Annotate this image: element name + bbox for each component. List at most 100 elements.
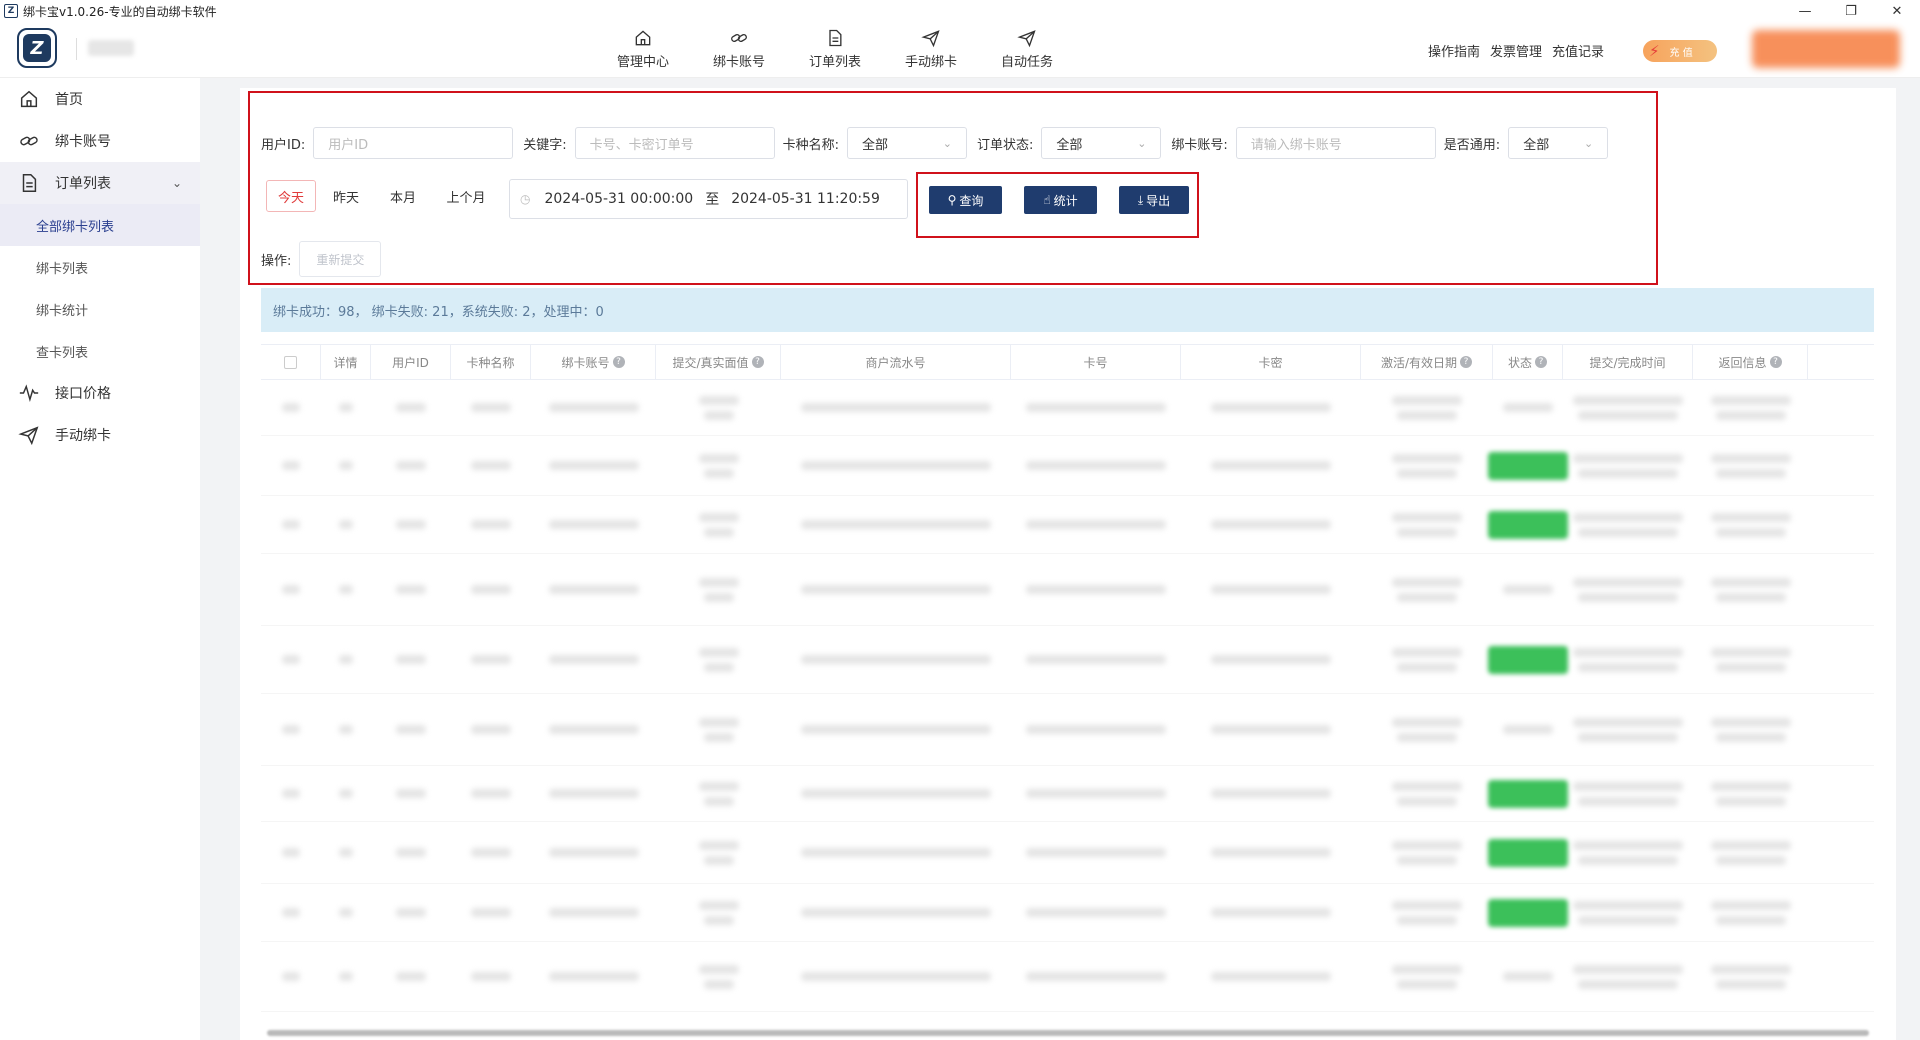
help-icon[interactable]: ?: [751, 356, 764, 368]
blurred-value: [703, 527, 734, 537]
column-header: 用户ID: [371, 345, 451, 379]
blurred-value: [471, 403, 511, 412]
sidebar-item-order-list[interactable]: 订单列表 ⌄: [0, 162, 200, 204]
blurred-value: [1578, 410, 1678, 420]
blurred-value: [1715, 796, 1786, 806]
blurred-value: [1026, 461, 1166, 470]
card-type-select[interactable]: 全部 ⌄: [847, 127, 968, 159]
table-cell: [1361, 436, 1493, 495]
table-row[interactable]: [261, 380, 1874, 436]
table-cell: [1488, 822, 1568, 883]
blurred-account-button[interactable]: [1752, 30, 1900, 68]
query-button[interactable]: ⚲ 查询: [929, 186, 1002, 214]
nav-item-order-list[interactable]: 订单列表: [787, 26, 883, 70]
blurred-value: [1715, 592, 1786, 602]
table-cell: [371, 884, 451, 941]
sidebar-item-manual-bind[interactable]: 手动绑卡: [0, 414, 200, 456]
help-icon[interactable]: ?: [612, 356, 625, 368]
blurred-value: [1573, 395, 1683, 405]
sidebar-subitem-check-card-list[interactable]: 查卡列表: [0, 330, 200, 372]
table-cell: [781, 942, 1011, 1011]
app-logo[interactable]: Z: [17, 28, 57, 68]
summary-text: 绑卡成功：98， 绑卡失败: 21，系统失败: 2，处理中：0: [273, 304, 604, 320]
table-cell: [531, 694, 656, 765]
is-universal-select[interactable]: 全部 ⌄: [1508, 127, 1609, 159]
column-header: 激活/有效日期?: [1361, 345, 1493, 379]
horizontal-scrollbar[interactable]: [267, 1030, 1869, 1036]
sidebar-subitem-bind-list[interactable]: 绑卡列表: [0, 246, 200, 288]
table-row[interactable]: [261, 436, 1874, 496]
table-cell: [781, 694, 1011, 765]
resubmit-button[interactable]: 重新提交: [299, 241, 382, 277]
column-header-label: 状态: [1507, 355, 1532, 370]
nav-item-auto-task[interactable]: 自动任务: [979, 26, 1075, 70]
stats-button[interactable]: ☝ 统计: [1024, 186, 1097, 214]
blurred-value: [1710, 717, 1791, 727]
user-id-input[interactable]: 用户ID: [313, 127, 514, 159]
keyword-input[interactable]: 卡号、卡密订单号: [574, 127, 775, 159]
summary-bar: 绑卡成功：98， 绑卡失败: 21，系统失败: 2，处理中：0: [261, 288, 1874, 332]
nav-item-bind-account[interactable]: 绑卡账号: [691, 26, 787, 70]
nav-item-dashboard[interactable]: 管理中心: [595, 26, 691, 70]
table-row[interactable]: [261, 694, 1874, 766]
table-cell: [1181, 554, 1361, 625]
recharge-record-link[interactable]: 充值记录: [1552, 41, 1604, 60]
invoice-link[interactable]: 发票管理: [1490, 41, 1542, 60]
blurred-value: [1392, 717, 1462, 727]
table-cell: [451, 496, 531, 553]
blurred-value: [1211, 908, 1331, 917]
date-yesterday-button[interactable]: 昨天: [316, 180, 376, 212]
sidebar-subitem-all-bind-list[interactable]: 全部绑卡列表: [0, 204, 200, 246]
table-cell: [531, 496, 656, 553]
date-today-button[interactable]: 今天: [266, 180, 316, 212]
nav-item-manual-bind[interactable]: 手动绑卡: [883, 26, 979, 70]
blurred-value: [548, 461, 639, 470]
table-cell: [451, 380, 531, 435]
sidebar-subitem-bind-stats[interactable]: 绑卡统计: [0, 288, 200, 330]
date-this-month-button[interactable]: 本月: [376, 180, 430, 212]
sidebar-item-api-price[interactable]: 接口价格: [0, 372, 200, 414]
recharge-button[interactable]: ⚡ 充 值: [1643, 40, 1717, 62]
table-row[interactable]: [261, 766, 1874, 822]
table-cell: [1181, 942, 1361, 1011]
sidebar-item-label: 绑卡账号: [55, 134, 111, 150]
blurred-value: [548, 789, 639, 798]
bind-account-input[interactable]: 请输入绑卡账号: [1235, 127, 1436, 159]
blurred-value: [1392, 900, 1462, 910]
table-row[interactable]: [261, 822, 1874, 884]
table-row[interactable]: [261, 554, 1874, 626]
export-button[interactable]: ⤓ 导出: [1119, 186, 1189, 214]
sidebar-item-bind-account[interactable]: 绑卡账号: [0, 120, 200, 162]
table-cell: [1693, 694, 1808, 765]
minimize-button[interactable]: —: [1782, 0, 1828, 22]
guide-link[interactable]: 操作指南: [1428, 41, 1480, 60]
help-icon[interactable]: ?: [1769, 356, 1782, 368]
date-last-month-button[interactable]: 上个月: [430, 180, 502, 212]
table-row[interactable]: [261, 942, 1874, 1012]
table-cell: [261, 766, 321, 821]
table-cell: [1011, 496, 1181, 553]
sidebar-item-home[interactable]: 首页: [0, 78, 200, 120]
blurred-value: [396, 725, 426, 734]
table-cell: [1181, 694, 1361, 765]
blurred-value: [1578, 732, 1678, 742]
blurred-value: [471, 789, 511, 798]
select-all-checkbox[interactable]: [284, 355, 297, 369]
blurred-value: [1578, 979, 1678, 989]
close-button[interactable]: ✕: [1874, 0, 1920, 22]
date-range-input[interactable]: ◷ 2024-05-31 00:00:00 至 2024-05-31 11:20…: [509, 179, 908, 219]
help-icon[interactable]: ?: [1460, 356, 1473, 368]
column-header: 详情: [321, 345, 371, 379]
is-universal-label: 是否通用:: [1443, 137, 1501, 153]
maximize-button[interactable]: ❐: [1828, 0, 1874, 22]
table-cell: [321, 884, 371, 941]
order-status-select[interactable]: 全部 ⌄: [1041, 127, 1162, 159]
table-cell: [451, 942, 531, 1011]
table-row[interactable]: [261, 884, 1874, 942]
date-shortcuts: 今天 昨天 本月 上个月: [266, 180, 502, 212]
table-row[interactable]: [261, 626, 1874, 694]
help-icon[interactable]: ?: [1535, 356, 1547, 368]
blurred-value: [703, 915, 734, 925]
blurred-value: [1715, 855, 1786, 865]
table-row[interactable]: [261, 496, 1874, 554]
